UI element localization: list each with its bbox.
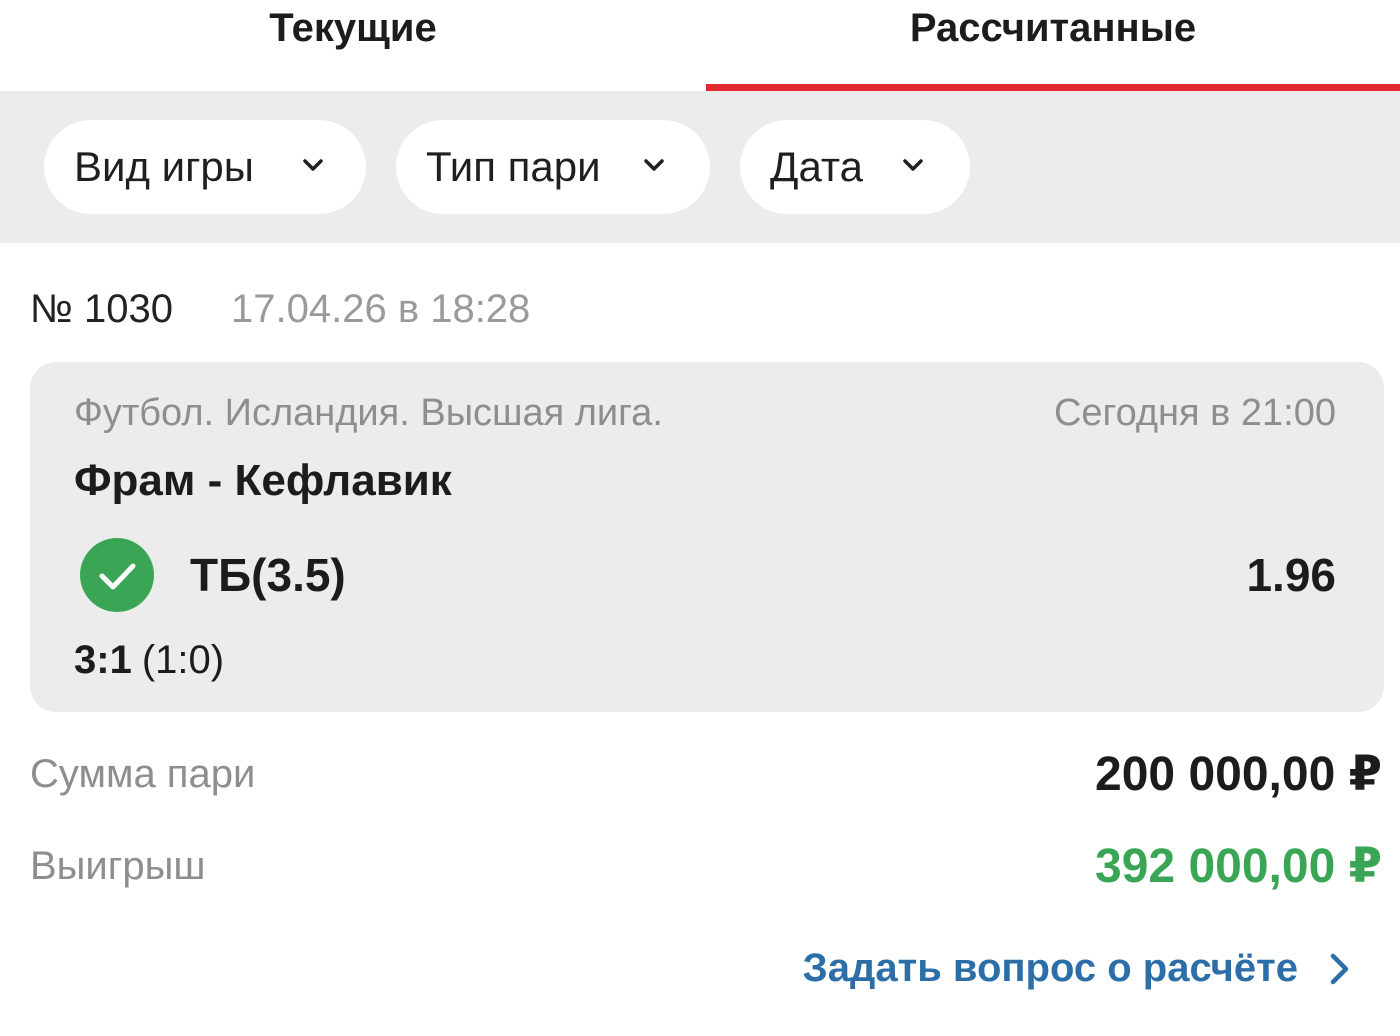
win-value: 392 000,00 ₽ xyxy=(1095,840,1382,893)
ask-settlement-question-label: Задать вопрос о расчёте xyxy=(802,946,1298,990)
win-label: Выигрыш xyxy=(30,844,206,888)
filter-game-type-label: Вид игры xyxy=(74,143,254,190)
chevron-right-icon xyxy=(1330,953,1349,984)
tab-settled[interactable]: Рассчитанные xyxy=(706,0,1400,90)
active-tab-indicator xyxy=(706,84,1400,91)
event-score: 3:1 (1:0) xyxy=(74,638,224,683)
event-league: Футбол. Исландия. Высшая лига. xyxy=(74,392,663,434)
bet-outcome: ТБ(3.5) xyxy=(190,549,346,601)
tab-settled-label: Рассчитанные xyxy=(909,6,1197,50)
event-teams: Фрам - Кефлавик xyxy=(74,456,452,505)
filter-bet-type-label: Тип пари xyxy=(426,143,601,190)
tab-current-label: Текущие xyxy=(269,6,437,50)
event-card[interactable]: Футбол. Исландия. Высшая лига. Сегодня в… xyxy=(30,362,1384,712)
ask-settlement-question-link[interactable]: Задать вопрос о расчёте xyxy=(803,946,1352,991)
tab-bar: Текущие Рассчитанные xyxy=(0,0,1400,91)
half-time-score: (1:0) xyxy=(141,638,225,682)
chevron-down-icon xyxy=(303,159,323,171)
filter-bet-type[interactable]: Тип пари xyxy=(396,120,710,214)
event-time: Сегодня в 21:00 xyxy=(1053,392,1336,434)
final-score: 3:1 xyxy=(74,638,132,682)
bet-header: № 1030 17.04.26 в 18:28 xyxy=(30,283,530,335)
bet-date: 17.04.26 в 18:28 xyxy=(231,286,531,331)
stake-label: Сумма пари xyxy=(30,752,256,796)
filter-date-label: Дата xyxy=(770,143,864,190)
chevron-down-icon xyxy=(644,159,664,171)
filter-date[interactable]: Дата xyxy=(740,120,970,214)
tab-current[interactable]: Текущие xyxy=(0,0,706,90)
stake-value: 200 000,00 ₽ xyxy=(1095,748,1382,801)
bet-number: № 1030 xyxy=(30,286,174,331)
bet-odds: 1.96 xyxy=(1246,549,1336,601)
filter-game-type[interactable]: Вид игры xyxy=(44,120,366,214)
bet-history-screen: Текущие Рассчитанные Вид игры Тип пари Д… xyxy=(0,0,1400,1036)
check-circle-icon xyxy=(80,538,154,612)
filter-bar: Вид игры Тип пари Дата xyxy=(0,91,1400,243)
chevron-down-icon xyxy=(903,159,923,171)
